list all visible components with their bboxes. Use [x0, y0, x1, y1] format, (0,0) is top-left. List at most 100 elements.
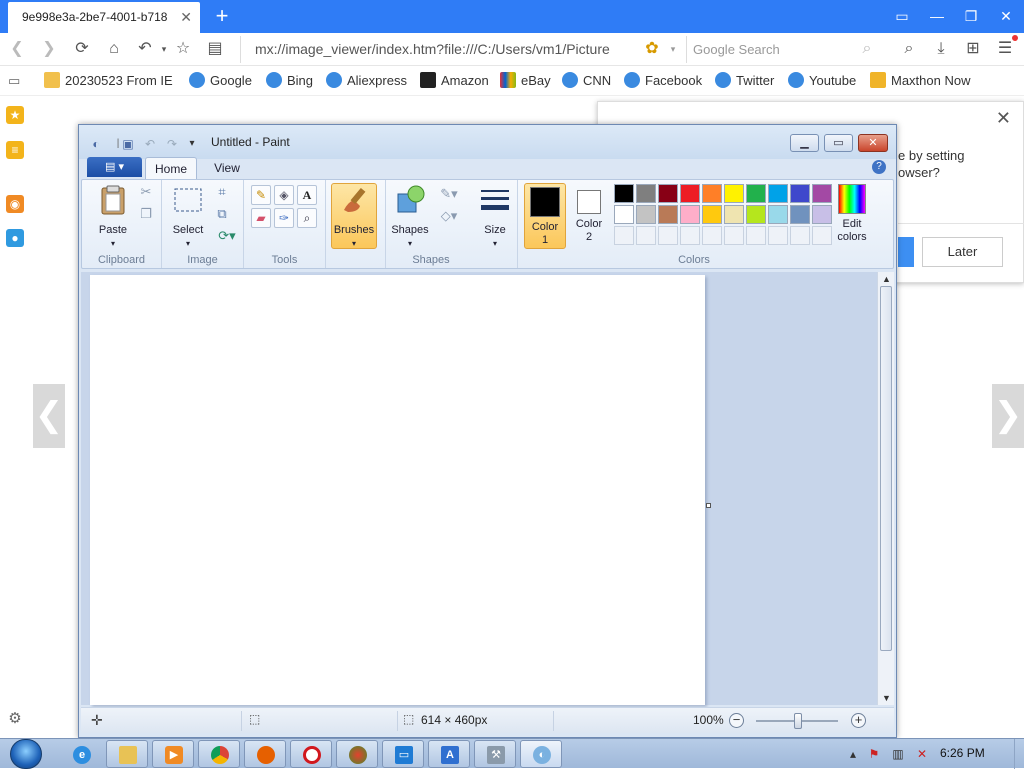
- chat-icon[interactable]: ●: [6, 229, 24, 247]
- close-window-button[interactable]: ✕: [991, 4, 1021, 28]
- restore-button[interactable]: ❐: [956, 4, 986, 28]
- reader-mode-icon[interactable]: ▤: [204, 38, 226, 60]
- palette-color-cell[interactable]: [812, 184, 832, 203]
- bookmark-youtube[interactable]: Youtube: [788, 72, 856, 90]
- taskbar-app-blue[interactable]: ▭: [382, 740, 424, 768]
- previous-image-arrow-icon[interactable]: ❮: [33, 384, 65, 448]
- popup-confirm-button[interactable]: [898, 237, 914, 267]
- color2-button[interactable]: Color 2: [568, 184, 610, 244]
- shapes-button[interactable]: Shapes ▾: [388, 184, 432, 250]
- palette-color-cell[interactable]: [702, 184, 722, 203]
- redo-icon[interactable]: ↷: [165, 137, 179, 151]
- palette-color-cell[interactable]: [680, 205, 700, 224]
- taskbar-paint[interactable]: ◐: [520, 740, 562, 768]
- taskbar-firefox[interactable]: [244, 740, 286, 768]
- zoom-slider-thumb[interactable]: [794, 713, 802, 729]
- settings-gear-icon[interactable]: ⚙: [6, 710, 24, 728]
- taskbar-app-tools[interactable]: ⚒: [474, 740, 516, 768]
- scrollbar-thumb[interactable]: [880, 286, 892, 651]
- notes-icon[interactable]: ≡: [6, 141, 24, 159]
- canvas-resize-handle[interactable]: [706, 503, 711, 508]
- palette-color-cell[interactable]: [768, 226, 788, 245]
- sidebar-toggle-icon[interactable]: ▭: [887, 4, 917, 28]
- fill-icon[interactable]: ◈: [274, 185, 294, 205]
- taskbar-chrome[interactable]: [198, 740, 240, 768]
- palette-color-cell[interactable]: [790, 226, 810, 245]
- bookmark-cnn[interactable]: CNN: [562, 72, 611, 90]
- palette-color-cell[interactable]: [812, 226, 832, 245]
- customize-qa-icon[interactable]: ▾: [185, 137, 199, 151]
- popup-close-icon[interactable]: ✕: [996, 108, 1011, 129]
- bookmark-facebook[interactable]: Facebook: [624, 72, 702, 90]
- palette-color-cell[interactable]: [702, 226, 722, 245]
- taskbar-explorer[interactable]: [106, 740, 148, 768]
- scroll-down-icon[interactable]: ▼: [881, 693, 892, 703]
- file-menu-button[interactable]: ▤ ▾: [87, 157, 142, 177]
- minimize-button[interactable]: —: [922, 4, 952, 28]
- text-icon[interactable]: A: [297, 185, 317, 205]
- bookmark-google[interactable]: Google: [189, 72, 252, 90]
- start-button[interactable]: [6, 739, 46, 769]
- palette-color-cell[interactable]: [768, 184, 788, 203]
- edit-colors-button[interactable]: Edit colors: [832, 182, 872, 244]
- bookmark-maxthon-now[interactable]: Maxthon Now: [870, 72, 970, 90]
- rss-icon[interactable]: ◉: [6, 195, 24, 213]
- palette-color-cell[interactable]: [724, 226, 744, 245]
- forward-icon[interactable]: ❯: [38, 38, 60, 60]
- copy-icon[interactable]: ❐: [136, 204, 156, 224]
- palette-color-cell[interactable]: [658, 184, 678, 203]
- size-button[interactable]: Size ▾: [476, 184, 514, 250]
- taskbar-app-a[interactable]: A: [428, 740, 470, 768]
- address-bar[interactable]: mx://image_viewer/index.htm?file:///C:/U…: [240, 36, 686, 63]
- search-icon[interactable]: ⌕: [856, 38, 878, 60]
- bookmark-amazon[interactable]: Amazon: [420, 72, 489, 90]
- palette-color-cell[interactable]: [614, 205, 634, 224]
- rotate-icon[interactable]: ⟳▾: [212, 226, 242, 246]
- scroll-up-icon[interactable]: ▲: [881, 274, 892, 284]
- undo-icon[interactable]: ↶: [143, 137, 157, 151]
- reload-icon[interactable]: ⟳: [71, 38, 93, 60]
- volume-muted-icon[interactable]: ✕: [914, 746, 930, 762]
- home-icon[interactable]: ⌂: [103, 38, 125, 60]
- bookmark-20230523[interactable]: 20230523 From IE: [44, 72, 173, 90]
- palette-color-cell[interactable]: [636, 205, 656, 224]
- back-icon[interactable]: ❮: [6, 38, 28, 60]
- cut-icon[interactable]: ✂: [136, 182, 156, 202]
- sidebar-panel-icon[interactable]: ▭: [8, 72, 20, 90]
- color1-button[interactable]: Color 1: [524, 183, 566, 249]
- taskbar-media-player[interactable]: ▶: [152, 740, 194, 768]
- color-picker-icon[interactable]: ✑: [274, 208, 294, 228]
- tray-expand-icon[interactable]: ▴: [845, 746, 861, 762]
- paint-app-icon[interactable]: ◐: [89, 137, 103, 151]
- bookmark-aliexpress[interactable]: Aliexpress: [326, 72, 407, 90]
- palette-color-cell[interactable]: [746, 205, 766, 224]
- palette-color-cell[interactable]: [746, 184, 766, 203]
- system-clock[interactable]: 6:26 PM: [940, 746, 985, 760]
- find-icon[interactable]: ⌕: [898, 38, 920, 60]
- outline-icon[interactable]: ✎▾: [436, 184, 462, 204]
- menu-icon[interactable]: ☰: [994, 38, 1016, 60]
- palette-color-cell[interactable]: [614, 226, 634, 245]
- network-icon[interactable]: ▥: [890, 746, 906, 762]
- bookmark-bing[interactable]: Bing: [266, 72, 313, 90]
- select-button[interactable]: Select ▾: [168, 184, 208, 250]
- zoom-out-button[interactable]: −: [729, 713, 744, 728]
- brushes-button[interactable]: Brushes ▾: [331, 183, 377, 249]
- extensions-icon[interactable]: ⊞: [962, 38, 984, 60]
- next-image-arrow-icon[interactable]: ❯: [992, 384, 1024, 448]
- palette-color-cell[interactable]: [658, 226, 678, 245]
- address-dropdown-icon[interactable]: ▾: [662, 38, 684, 60]
- eraser-icon[interactable]: ▰: [251, 208, 271, 228]
- taskbar-ie[interactable]: e: [60, 740, 102, 768]
- palette-color-cell[interactable]: [658, 205, 678, 224]
- palette-color-cell[interactable]: [790, 184, 810, 203]
- paint-minimize-button[interactable]: ▁: [790, 134, 819, 152]
- download-icon[interactable]: ⤓: [930, 38, 952, 60]
- crop-icon[interactable]: ⌗: [212, 182, 232, 202]
- pencil-icon[interactable]: ✎: [251, 185, 271, 205]
- palette-color-cell[interactable]: [636, 184, 656, 203]
- bookmark-twitter[interactable]: Twitter: [715, 72, 774, 90]
- favorite-star-icon[interactable]: ☆: [172, 38, 194, 60]
- new-tab-button[interactable]: +: [210, 3, 234, 29]
- zoom-in-button[interactable]: +: [851, 713, 866, 728]
